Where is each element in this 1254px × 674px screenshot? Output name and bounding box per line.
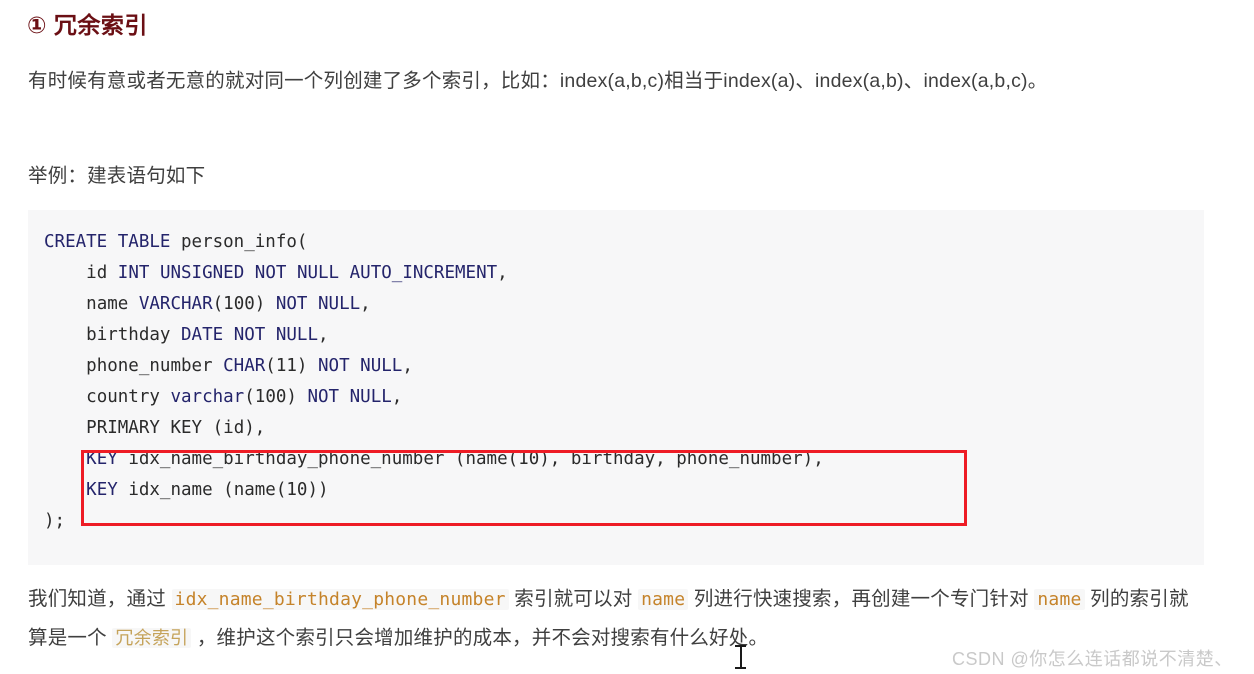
watermark: CSDN @你怎么连话都说不清楚、 xyxy=(952,649,1233,669)
inline-code-index-name: idx_name_birthday_phone_number xyxy=(171,589,509,610)
conclusion-text-3: 列进行快速搜索，再创建一个专门针对 xyxy=(688,588,1035,610)
article-page: ① 冗余索引 有时候有意或者无意的就对同一个列创建了多个索引，比如：index(… xyxy=(0,0,1254,674)
paragraph-intro: 有时候有意或者无意的就对同一个列创建了多个索引，比如：index(a,b,c)相… xyxy=(28,70,1048,92)
conclusion-text-1: 我们知道，通过 xyxy=(28,588,172,610)
inline-code-name-2: name xyxy=(1034,589,1085,610)
inline-code-name-1: name xyxy=(638,589,689,610)
code-block: CREATE TABLE person_info( id INT UNSIGNE… xyxy=(28,210,1204,565)
paragraph-example-lead: 举例：建表语句如下 xyxy=(28,165,206,187)
inline-code-redundant-index: 冗余索引 xyxy=(112,628,192,648)
ibeam-stem xyxy=(740,647,742,669)
text-ibeam-cursor xyxy=(735,645,746,671)
ibeam-cap-bottom xyxy=(735,667,746,669)
code-content[interactable]: CREATE TABLE person_info( id INT UNSIGNE… xyxy=(44,227,824,537)
conclusion-text-5: ，维护这个索引只会增加维护的成本，并不会对搜索有什么好处。 xyxy=(191,627,769,649)
conclusion-text-2: 索引就可以对 xyxy=(508,588,639,610)
page-title: ① 冗余索引 xyxy=(27,12,148,38)
